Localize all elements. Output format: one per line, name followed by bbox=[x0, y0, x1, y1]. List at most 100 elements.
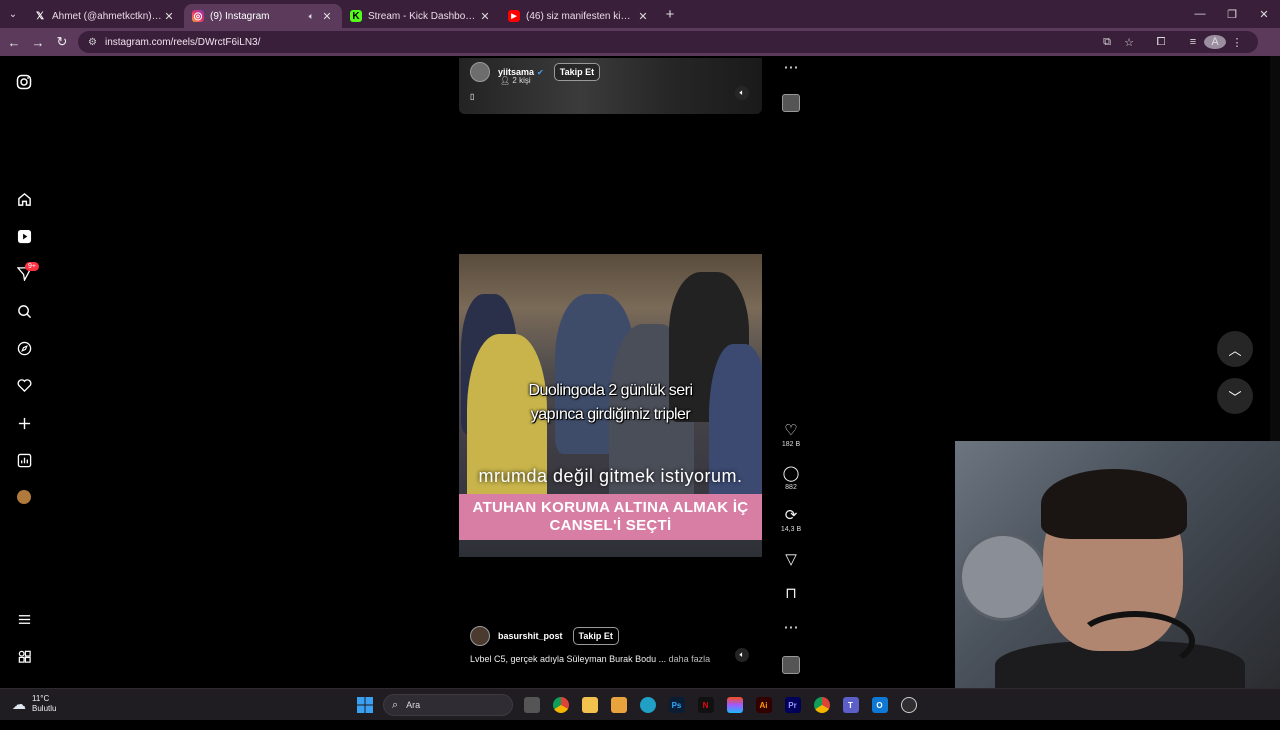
profile-avatar[interactable] bbox=[14, 487, 34, 507]
bookmark-star-icon[interactable]: ☆ bbox=[1118, 36, 1140, 49]
edge-icon[interactable] bbox=[633, 689, 662, 721]
instagram-icon[interactable] bbox=[14, 72, 34, 92]
next-reel-button[interactable]: ﹀ bbox=[1217, 378, 1253, 414]
install-icon[interactable]: ⧉ bbox=[1096, 36, 1118, 49]
outlook-icon[interactable]: O bbox=[865, 689, 894, 721]
photoshop-icon[interactable]: Ps bbox=[662, 689, 691, 721]
share-button[interactable]: ▽ bbox=[778, 552, 804, 568]
chrome-active-icon[interactable] bbox=[807, 689, 836, 721]
create-icon[interactable] bbox=[14, 413, 34, 433]
teams-icon[interactable]: T bbox=[836, 689, 865, 721]
tab-youtube[interactable]: ▶ (46) siz manifesten kimsiniz?😍 ✕ bbox=[500, 4, 658, 28]
close-icon[interactable]: ✕ bbox=[162, 10, 176, 23]
dashboard-icon[interactable] bbox=[14, 450, 34, 470]
file-explorer-icon[interactable] bbox=[575, 689, 604, 721]
close-icon[interactable]: ✕ bbox=[478, 10, 492, 23]
figma-icon[interactable] bbox=[720, 689, 749, 721]
tab-x[interactable]: 𝕏 Ahmet (@ahmetkctkn) / X ✕ bbox=[26, 4, 184, 28]
banner-line-1: ATUHAN KORUMA ALTINA ALMAK İÇ bbox=[472, 499, 749, 516]
tag-icon[interactable]: ▯ bbox=[470, 92, 474, 101]
back-icon[interactable]: ← bbox=[2, 35, 26, 50]
banner-line-2: CANSEL'İ SEÇTİ bbox=[549, 517, 672, 534]
top-reel-more-icon[interactable]: ⋯ bbox=[778, 60, 804, 76]
menu-icon[interactable] bbox=[14, 609, 34, 629]
profile-icon[interactable]: A bbox=[1204, 35, 1226, 49]
more-options-button[interactable]: ⋯ bbox=[778, 620, 804, 636]
kick-logo-icon: K bbox=[350, 10, 362, 22]
close-icon[interactable]: ✕ bbox=[636, 10, 650, 23]
previous-reel-button[interactable]: ︿ bbox=[1217, 331, 1253, 367]
address-row: ← → ↻ ⚙ instagram.com/reels/DWrctF6iLN3/… bbox=[0, 28, 1280, 56]
search-icon[interactable] bbox=[14, 301, 34, 321]
repost-count: 14,3 B bbox=[780, 526, 802, 533]
avatar[interactable] bbox=[470, 62, 490, 82]
like-button[interactable]: ♡ 182 B bbox=[778, 423, 804, 449]
follow-button[interactable]: Takip Et bbox=[553, 63, 601, 81]
more-link[interactable]: daha fazla bbox=[669, 654, 711, 664]
reload-icon[interactable]: ↻ bbox=[50, 34, 74, 50]
reel-video[interactable]: Duolingoda 2 günlük seri yapınca girdiği… bbox=[459, 254, 762, 557]
search-placeholder: Ara bbox=[406, 700, 421, 710]
store-icon[interactable] bbox=[604, 689, 633, 721]
heart-icon[interactable] bbox=[14, 375, 34, 395]
weather-widget[interactable]: ☁ 11°C Bulutlu bbox=[12, 694, 56, 714]
taskbar-search[interactable]: ⌕ Ara bbox=[383, 694, 513, 716]
address-bar[interactable]: ⚙ instagram.com/reels/DWrctF6iLN3/ ⧉ ☆ ⧠… bbox=[78, 31, 1258, 53]
save-button[interactable]: ⊓ bbox=[778, 586, 804, 602]
minimize-icon[interactable]: — bbox=[1184, 0, 1216, 28]
audio-thumbnail[interactable] bbox=[782, 656, 800, 674]
avatar[interactable] bbox=[470, 626, 490, 646]
caption-line-2: yapınca girdiğimiz tripler bbox=[530, 406, 691, 423]
like-count: 182 B bbox=[781, 441, 801, 448]
left-sidebar: 9+ bbox=[0, 56, 48, 688]
microphone-arm bbox=[1075, 611, 1195, 671]
media-icon[interactable]: ≡ bbox=[1182, 36, 1204, 48]
url-text: instagram.com/reels/DWrctF6iLN3/ bbox=[104, 36, 261, 48]
collab-count-text: 2 kişi bbox=[512, 76, 531, 85]
follow-button[interactable]: Takip Et bbox=[572, 627, 619, 645]
speaker-icon[interactable]: 🔈︎ bbox=[309, 11, 314, 22]
reel-description[interactable]: Lvbel C5, gerçek adıyla Süleyman Burak B… bbox=[470, 654, 710, 664]
subtitle-text: mrumda değil gitmek istiyorum. bbox=[478, 466, 743, 486]
forward-icon[interactable]: → bbox=[26, 35, 50, 50]
send-icon: ▽ bbox=[785, 551, 797, 568]
tab-instagram[interactable]: ◎ (9) Instagram 🔈︎ ✕ bbox=[184, 4, 342, 28]
cloud-icon: ☁ bbox=[12, 695, 26, 712]
tab-kick[interactable]: K Stream - Kick Dashboard ✕ bbox=[342, 4, 500, 28]
close-icon[interactable]: ✕ bbox=[320, 10, 334, 23]
home-icon[interactable] bbox=[14, 189, 34, 209]
chrome-icon[interactable] bbox=[546, 689, 575, 721]
tab-title: (46) siz manifesten kimsiniz?😍 bbox=[526, 10, 636, 22]
close-window-icon[interactable]: ✕ bbox=[1248, 0, 1280, 28]
task-view-icon[interactable] bbox=[517, 689, 546, 721]
mute-icon[interactable]: 🔈︎ bbox=[735, 648, 749, 662]
premiere-icon[interactable]: Pr bbox=[778, 689, 807, 721]
tab-search-icon[interactable]: ⌄ bbox=[0, 0, 26, 28]
reels-icon[interactable] bbox=[14, 226, 34, 246]
netflix-icon[interactable]: N bbox=[691, 689, 720, 721]
more-icon: ⋯ bbox=[783, 59, 799, 76]
webcam-overlay bbox=[955, 441, 1280, 688]
weather-condition: Bulutlu bbox=[32, 704, 57, 713]
new-tab-button[interactable]: + bbox=[658, 6, 682, 23]
explore-icon[interactable] bbox=[14, 338, 34, 358]
illustrator-icon[interactable]: Ai bbox=[749, 689, 778, 721]
more-icon: ⋯ bbox=[783, 619, 799, 636]
tab-title: Ahmet (@ahmetkctkn) / X bbox=[52, 10, 162, 22]
more-apps-icon[interactable] bbox=[14, 646, 34, 666]
audio-thumbnail[interactable] bbox=[782, 94, 800, 112]
repost-button[interactable]: ⟳ 14,3 B bbox=[778, 508, 804, 534]
obs-icon[interactable] bbox=[894, 689, 923, 721]
restore-icon[interactable]: ❐ bbox=[1216, 0, 1248, 28]
site-info-icon[interactable]: ⚙ bbox=[88, 37, 97, 48]
wall-clock bbox=[959, 533, 1047, 621]
extensions-icon[interactable]: ⧠ bbox=[1150, 36, 1172, 49]
username[interactable]: basurshit_post bbox=[498, 631, 563, 641]
comment-button[interactable]: ◯ 882 bbox=[778, 466, 804, 492]
mute-icon[interactable]: 🔈︎ bbox=[735, 86, 749, 100]
browser-menu-icon[interactable]: ⋮ bbox=[1226, 36, 1248, 49]
youtube-logo-icon: ▶ bbox=[508, 10, 520, 22]
start-button[interactable] bbox=[350, 689, 379, 721]
verified-badge-icon: ✔ bbox=[537, 67, 544, 77]
chevron-up-icon: ︿ bbox=[1228, 342, 1242, 358]
